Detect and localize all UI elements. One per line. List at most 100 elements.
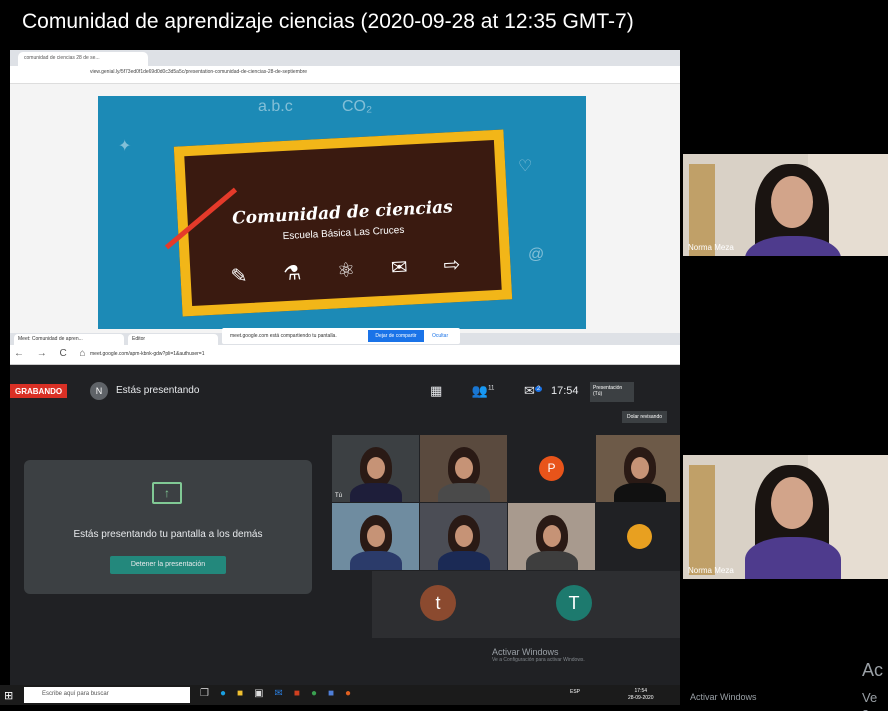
meet-url[interactable]: meet.google.com/apm-kbnk-gdw?pli=1&authu…: [90, 351, 205, 357]
participant-tile[interactable]: P: [508, 435, 595, 502]
tile-curtain: [689, 465, 715, 575]
speaker-name-top: Norma Meza: [688, 243, 734, 252]
genially-slide: a.b.c CO₂ ✦ ♡ @ Comunidad de ciencias Es…: [98, 96, 586, 329]
avatar-P: P: [539, 456, 564, 481]
participant-tile[interactable]: [508, 503, 595, 570]
chat-count: 2: [534, 385, 543, 392]
doodle-heart-icon: ♡: [518, 158, 533, 175]
participant-face: [455, 457, 473, 479]
activate-windows-bottom: Activar Windows: [690, 692, 757, 702]
doodle-formula: CO₂: [342, 98, 373, 115]
windows-start-icon[interactable]: ⊞: [4, 689, 13, 702]
envelope-icon: ✉: [390, 256, 409, 280]
participant-body: [350, 483, 402, 502]
taskbar-icons: ❐●■▣✉■●■●: [200, 688, 362, 699]
activate-windows-title: Activar Windows: [492, 647, 559, 657]
chrome-icon[interactable]: ●: [311, 688, 328, 699]
store-icon[interactable]: ▣: [254, 688, 274, 699]
present-screen-icon: ↑: [152, 482, 182, 504]
participant-body: [438, 483, 490, 502]
presenting-panel: ↑ Estás presentando tu pantalla a los de…: [24, 460, 312, 594]
editor-browser-tab[interactable]: Editor: [128, 334, 218, 345]
doodle-swirl-icon: @: [528, 246, 545, 263]
chalk-icons: ✎ ⚗ ⚛ ✉ ⇨: [230, 252, 461, 289]
activate-windows-corner-sub: Ve a: [862, 690, 878, 711]
arrow-icon: ⇨: [443, 253, 461, 277]
atom-icon: ⚛: [336, 259, 356, 283]
avatar-t[interactable]: t: [420, 585, 456, 621]
participant-face: [367, 457, 385, 479]
participant-tile-wide: t T: [372, 571, 680, 638]
task-view-icon[interactable]: ❐: [200, 688, 220, 699]
tile-shirt: [745, 537, 841, 579]
hide-button[interactable]: Ocultar: [432, 333, 448, 339]
activate-windows-corner: Ac: [862, 660, 884, 680]
presentation-button[interactable]: Presentación (Tú): [590, 382, 634, 402]
tile-face: [771, 176, 813, 228]
taskbar-search-box[interactable]: Escribe aquí para buscar: [24, 687, 190, 703]
participant-face: [543, 525, 561, 547]
folder-icon[interactable]: ■: [237, 688, 254, 699]
speaker-name-bottom: Norma Meza: [688, 566, 734, 575]
top-page-content: a.b.c CO₂ ✦ ♡ @ Comunidad de ciencias Es…: [10, 84, 680, 333]
sunset-avatar-icon: [627, 524, 652, 549]
tray-time: 17:54: [634, 688, 648, 694]
stop-presenting-button[interactable]: Detener la presentación: [110, 556, 226, 574]
system-tray[interactable]: ESP: [570, 689, 580, 695]
participant-body: [526, 551, 578, 570]
speaker-tile-bottom[interactable]: Norma Meza: [683, 455, 888, 579]
participant-face: [367, 525, 385, 547]
app-icon[interactable]: ■: [328, 688, 345, 699]
flask-icon: ⚗: [282, 262, 302, 286]
share-bar-text: meet.google.com está compartiendo tu pan…: [230, 333, 337, 339]
top-address-bar[interactable]: view.genial.ly/5f73ed0f1de69d0d0c3d5a5c/…: [10, 66, 680, 84]
participant-body: [614, 483, 666, 502]
participant-tile[interactable]: [332, 503, 419, 570]
top-browser-tab[interactable]: comunidad de ciencias 28 de se...: [18, 52, 148, 66]
meeting-clock: 17:54: [551, 385, 579, 397]
activate-windows-notice: Activar Windows Ve a Configuración para …: [492, 647, 585, 663]
participant-tile[interactable]: [420, 435, 507, 502]
meet-browser-window: Meet: Comunidad de apren... Editor ← → C…: [10, 333, 680, 685]
nav-buttons[interactable]: ← → C ⌂: [14, 348, 91, 359]
meet-browser-tab[interactable]: Meet: Comunidad de apren...: [14, 334, 124, 345]
screen-share-bar: meet.google.com está compartiendo tu pan…: [222, 328, 460, 344]
recording-title: Comunidad de aprendizaje ciencias (2020-…: [22, 10, 634, 33]
layout-icon[interactable]: ▦: [430, 383, 442, 398]
participant-tile[interactable]: [596, 503, 680, 570]
pencil-icon: ✎: [230, 265, 248, 288]
avatar: N: [90, 382, 108, 400]
meet-header-icons: ▦ 👥11 ✉ 2: [430, 383, 568, 399]
tray-date: 28-09-2020: [628, 695, 654, 701]
tile-face: [771, 477, 813, 529]
tooltip: Dolar revisando: [622, 411, 668, 423]
activate-windows-sub: Ve a Configuración para activar Windows.: [492, 657, 585, 663]
speaker-tile-top[interactable]: Norma Meza: [683, 154, 888, 256]
firefox-icon[interactable]: ●: [345, 688, 362, 699]
participant-tile[interactable]: [420, 503, 507, 570]
mail-icon[interactable]: ✉: [275, 688, 294, 699]
presenting-label: Estás presentando: [116, 385, 200, 396]
chalkboard: Comunidad de ciencias Escuela Básica Las…: [173, 129, 513, 317]
edge-icon[interactable]: ●: [220, 688, 237, 699]
tray-clock[interactable]: 17:54 28-09-2020: [628, 688, 654, 702]
participant-face: [631, 457, 649, 479]
participant-face: [455, 525, 473, 547]
participants-count: 11: [488, 385, 495, 392]
people-icon[interactable]: 👥11: [472, 383, 494, 398]
meet-header: GRABANDO N Estás presentando ▦ 👥11 ✉ 2 17…: [10, 378, 680, 404]
participant-tile[interactable]: Tú: [332, 435, 419, 502]
top-browser-window: comunidad de ciencias 28 de se... view.g…: [10, 50, 680, 333]
top-tab-bar: comunidad de ciencias 28 de se...: [10, 50, 680, 66]
avatar-T[interactable]: T: [556, 585, 592, 621]
windows-taskbar: ⊞ Escribe aquí para buscar ❐●■▣✉■●■● ESP…: [0, 685, 680, 705]
office-icon[interactable]: ■: [294, 688, 311, 699]
top-url[interactable]: view.genial.ly/5f73ed0f1de69d0d0c3d5a5c/…: [90, 69, 307, 75]
recording-badge: GRABANDO: [10, 384, 68, 398]
doodle-star-icon: ✦: [118, 138, 132, 155]
doodle-abc: a.b.c: [258, 98, 293, 115]
chat-icon[interactable]: ✉ 2: [524, 383, 543, 398]
meet-address-bar[interactable]: ← → C ⌂ meet.google.com/apm-kbnk-gdw?pli…: [10, 345, 680, 365]
participant-tile[interactable]: [596, 435, 680, 502]
stop-sharing-button[interactable]: Dejar de compartir: [368, 330, 424, 342]
